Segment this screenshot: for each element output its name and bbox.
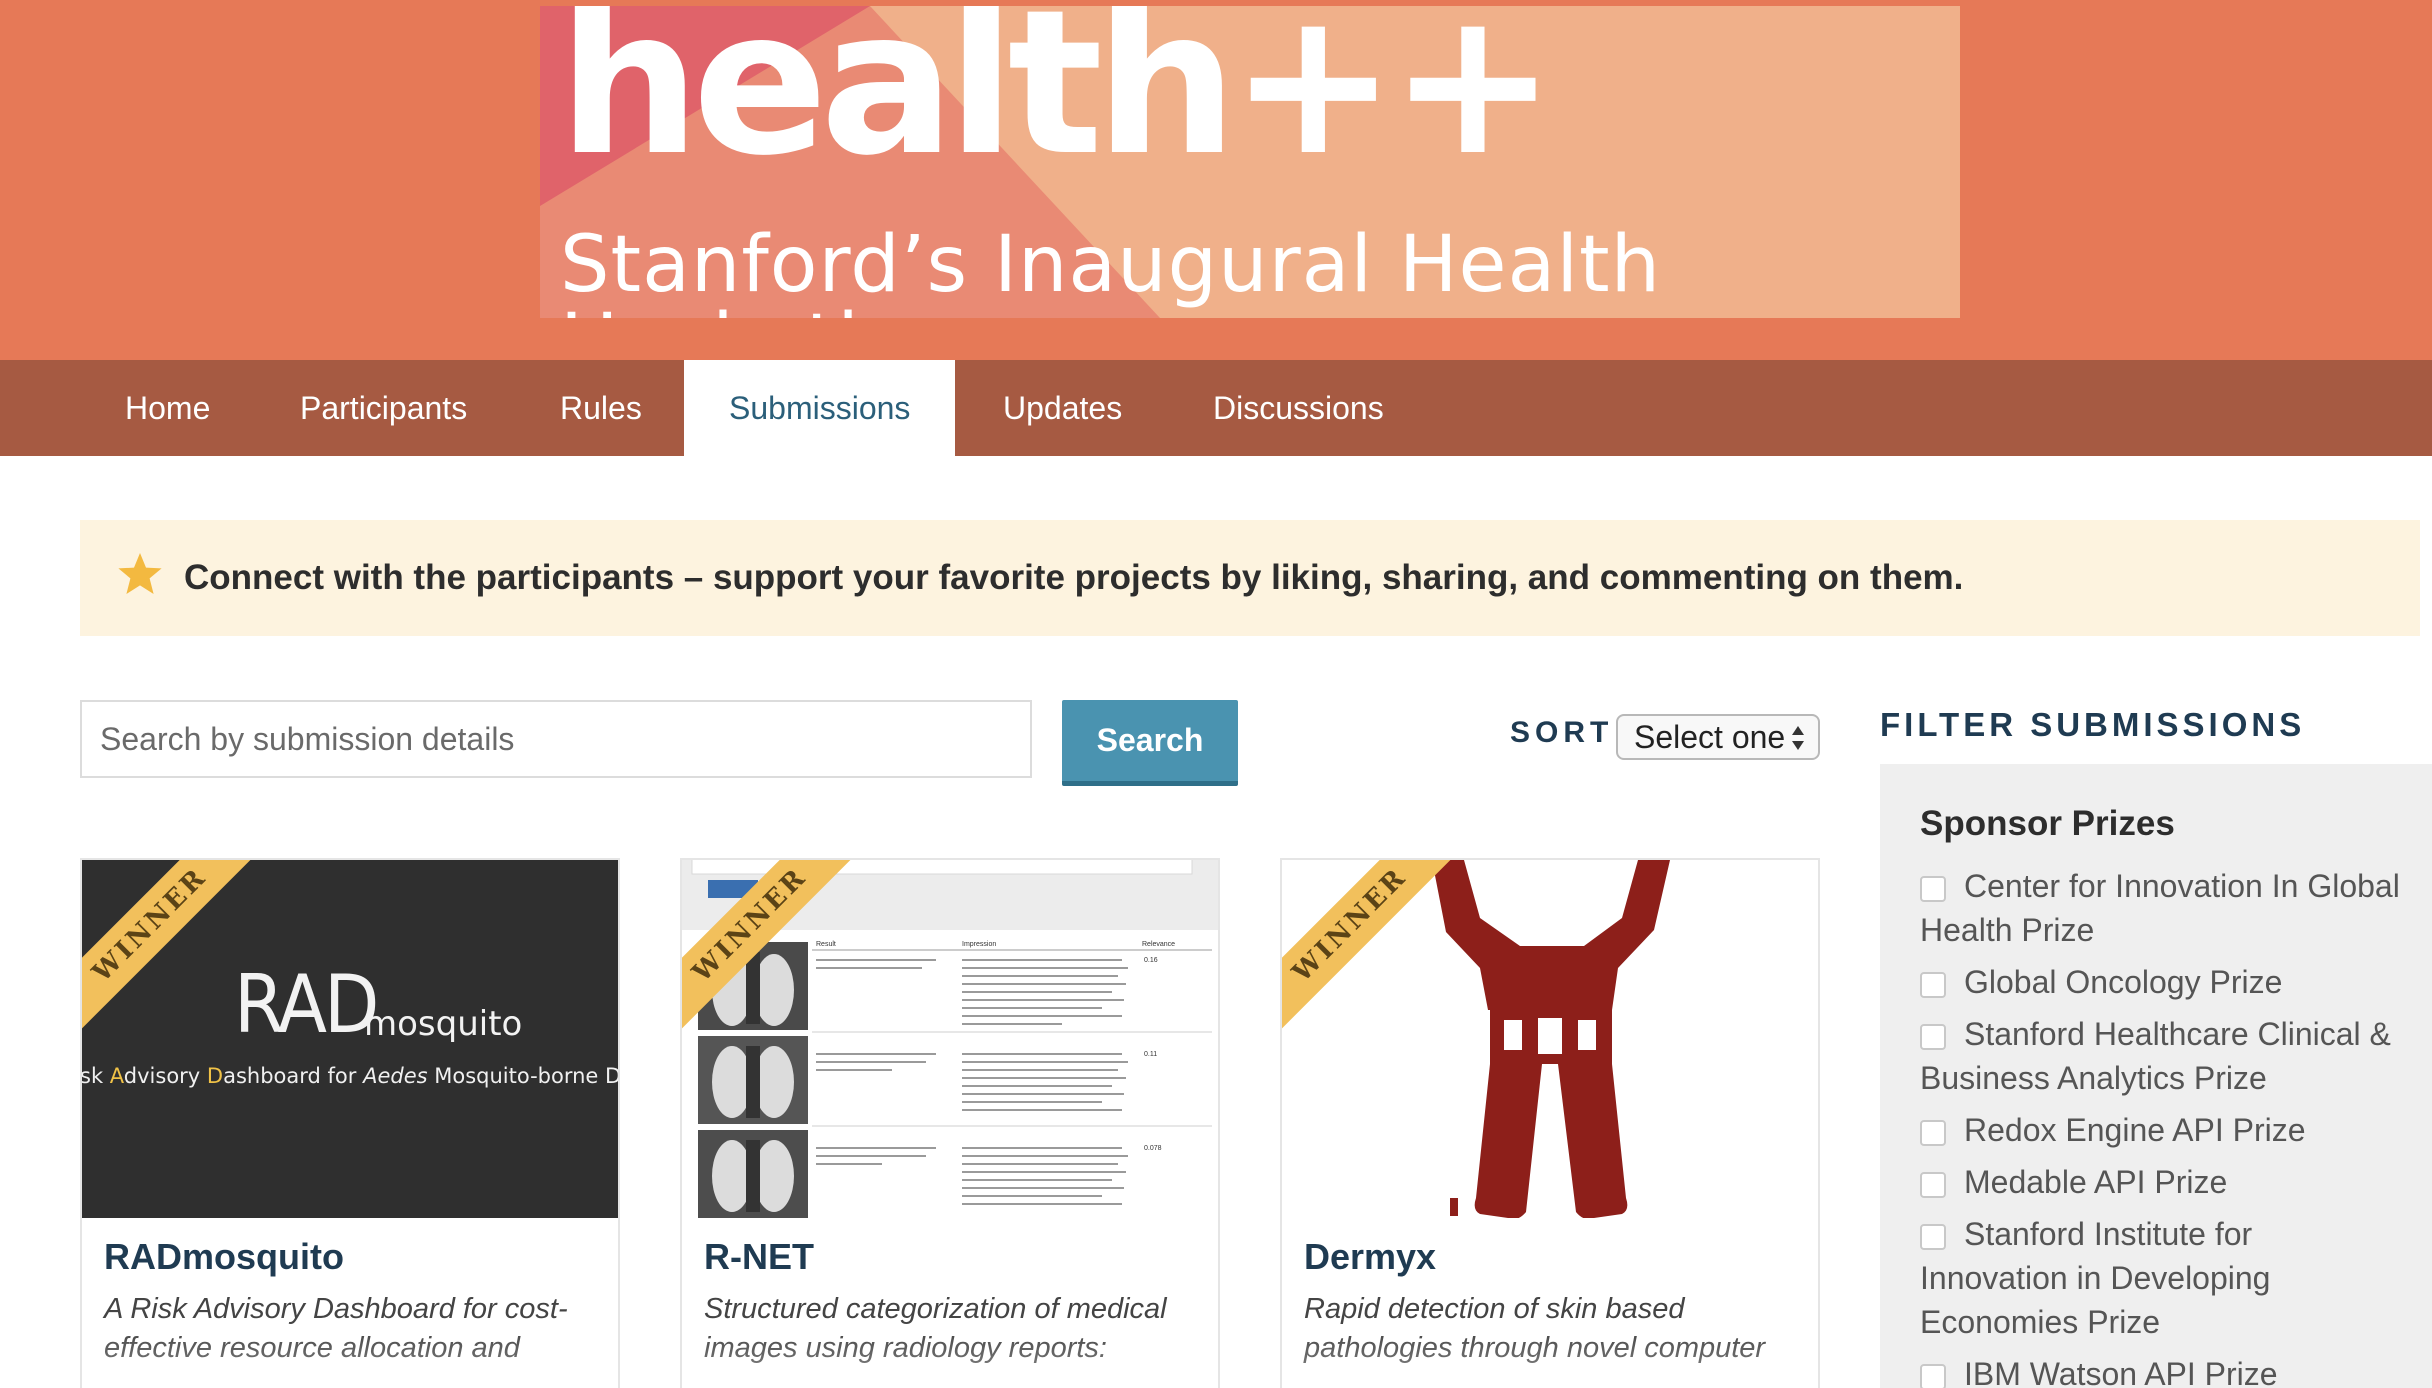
submission-card-radmosquito[interactable]: RAD mosquito sk Advisory Dashboard for A… — [80, 858, 620, 1388]
rnet-score-1: 0.16 — [1144, 957, 1158, 964]
filter-option[interactable]: Medable API Prize — [1920, 1160, 2400, 1204]
filter-option[interactable]: Stanford Healthcare Clinical & Business … — [1920, 1012, 2400, 1100]
filter-option[interactable]: Redox Engine API Prize — [1920, 1108, 2400, 1152]
star-icon — [118, 553, 162, 594]
rad-tagline: sk Advisory Dashboard for Aedes Mosquito… — [82, 1064, 618, 1088]
description-fade — [82, 1330, 618, 1388]
submission-card-dermyx[interactable]: WINNER Dermyx Rapid detection of skin ba… — [1280, 858, 1820, 1388]
submission-thumbnail: RAD mosquito sk Advisory Dashboard for A… — [82, 860, 618, 1218]
logo-subtitle: Stanford’s Inaugural Health Hackathon — [560, 220, 1662, 318]
submission-thumbnail: Result Impression Relevance 0.16 0.11 0.… — [682, 860, 1218, 1218]
rnet-col-result: Result — [816, 941, 836, 948]
checkbox[interactable] — [1920, 1172, 1946, 1198]
hackathon-banner[interactable]: health++ Stanford’s Inaugural Health Hac… — [540, 6, 1960, 318]
search-input[interactable] — [80, 700, 1032, 778]
nav-participants[interactable]: Participants — [255, 360, 512, 456]
notice-text: Connect with the participants – support … — [184, 558, 1964, 597]
checkbox[interactable] — [1920, 1364, 1946, 1388]
filter-panel: Sponsor Prizes Center for Innovation In … — [1880, 764, 2432, 1388]
rad-logo-small: mosquito — [364, 1004, 523, 1044]
filter-title: FILTER SUBMISSIONS — [1880, 706, 2306, 743]
select-arrows-icon — [1792, 726, 1804, 750]
submission-card-rnet[interactable]: Result Impression Relevance 0.16 0.11 0.… — [680, 858, 1220, 1388]
site-header: health++ Stanford’s Inaugural Health Hac… — [0, 0, 2432, 360]
filter-option[interactable]: Center for Innovation In Global Health P… — [1920, 864, 2400, 952]
sort-selected-value: Select one — [1634, 719, 1786, 755]
rnet-col-relevance: Relevance — [1142, 941, 1175, 948]
checkbox[interactable] — [1920, 1024, 1946, 1050]
participation-notice: Connect with the participants – support … — [80, 520, 2420, 636]
description-fade — [682, 1330, 1218, 1388]
submission-title[interactable]: RADmosquito — [104, 1236, 344, 1278]
filter-heading: Sponsor Prizes — [1920, 804, 2175, 843]
checkbox[interactable] — [1920, 1120, 1946, 1146]
filter-option[interactable]: Global Oncology Prize — [1920, 960, 2400, 1004]
logo-title: health++ — [558, 6, 1557, 200]
rnet-score-2: 0.11 — [1144, 1051, 1157, 1058]
filter-option[interactable]: Stanford Institute for Innovation in Dev… — [1920, 1212, 2400, 1344]
nav-discussions[interactable]: Discussions — [1168, 360, 1429, 456]
sort-label: SORT — [1510, 716, 1614, 749]
checkbox[interactable] — [1920, 972, 1946, 998]
nav-updates[interactable]: Updates — [958, 360, 1167, 456]
search-button[interactable]: Search — [1062, 700, 1238, 786]
checkbox[interactable] — [1920, 1224, 1946, 1250]
nav-home[interactable]: Home — [80, 360, 255, 456]
rad-logo-big: RAD — [234, 958, 379, 1051]
nav-rules[interactable]: Rules — [515, 360, 687, 456]
submission-thumbnail: WINNER — [1282, 860, 1818, 1218]
filter-option[interactable]: IBM Watson API Prize — [1920, 1352, 2400, 1388]
rnet-col-impression: Impression — [962, 941, 996, 948]
rnet-score-3: 0.078 — [1144, 1145, 1162, 1152]
description-fade — [1282, 1330, 1818, 1388]
submission-title[interactable]: Dermyx — [1304, 1236, 1436, 1278]
sort-select[interactable]: Select one — [1616, 714, 1820, 760]
main-nav: Home Participants Rules Submissions Upda… — [0, 360, 2432, 456]
checkbox[interactable] — [1920, 876, 1946, 902]
winner-badge: WINNER — [82, 860, 260, 1035]
submission-title[interactable]: R-NET — [704, 1236, 814, 1278]
nav-submissions[interactable]: Submissions — [684, 360, 956, 456]
